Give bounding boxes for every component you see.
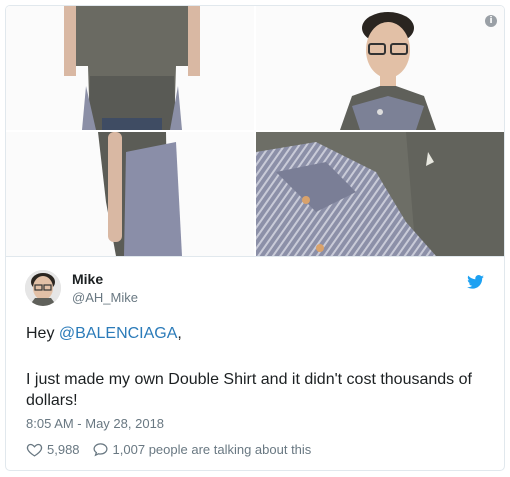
tweet-body: I just made my own Double Shirt and it d… <box>26 371 472 409</box>
avatar[interactable] <box>25 270 61 306</box>
speech-bubble-icon[interactable] <box>92 441 109 458</box>
author-handle[interactable]: @AH_Mike <box>72 290 138 305</box>
info-icon[interactable]: i <box>485 15 497 27</box>
author-name[interactable]: Mike <box>72 271 103 287</box>
photo-back-view[interactable] <box>6 6 254 130</box>
like-count[interactable]: 5,988 <box>47 442 80 457</box>
divider <box>6 256 504 257</box>
tweet-text-line1: Hey @BALENCIAGA, <box>26 323 486 344</box>
replies-text[interactable]: 1,007 people are talking about this <box>113 442 312 457</box>
photo-face-front[interactable] <box>256 6 504 130</box>
photo-side-view[interactable] <box>6 132 254 256</box>
photo-closeup[interactable] <box>256 132 504 256</box>
photo-grid: i <box>6 6 504 256</box>
tweet-text-suffix: , <box>177 325 182 342</box>
tweet-actions: 5,988 1,007 people are talking about thi… <box>26 440 311 458</box>
twitter-bird-icon[interactable] <box>467 275 484 289</box>
tweet-card: i Mike @AH_Mike Hey @BALENCIAGA, I just … <box>5 5 505 471</box>
tweet-timestamp[interactable]: 8:05 AM - May 28, 2018 <box>26 416 164 431</box>
heart-icon[interactable] <box>26 441 43 458</box>
mention-link[interactable]: @BALENCIAGA <box>59 325 178 342</box>
tweet-text-prefix: Hey <box>26 325 59 342</box>
